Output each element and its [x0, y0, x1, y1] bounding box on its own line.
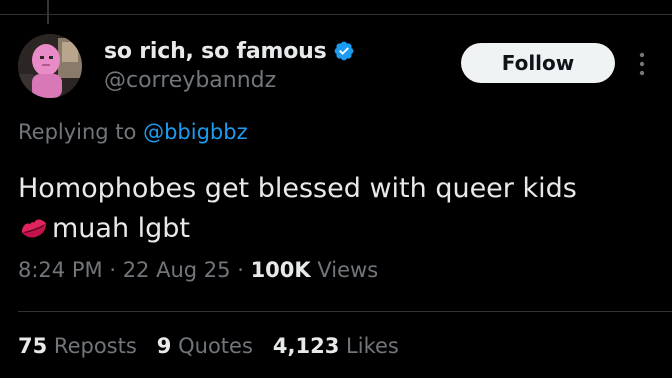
reposts-stat[interactable]: 75 Reposts — [18, 334, 137, 358]
views-count[interactable]: 100K — [251, 258, 311, 282]
tweet-text-line-2-content: muah lgbt — [52, 213, 191, 244]
tweet-text-line-1: Homophobes get blessed with queer kids — [18, 173, 577, 204]
reposts-count: 75 — [18, 334, 48, 358]
follow-button[interactable]: Follow — [461, 43, 615, 83]
quotes-stat[interactable]: 9 Quotes — [157, 334, 253, 358]
display-name-row: so rich, so famous — [104, 36, 355, 66]
top-divider — [0, 14, 672, 15]
meta-separator: · — [109, 258, 116, 282]
replying-prefix: Replying to — [18, 120, 137, 144]
thread-line — [47, 0, 49, 24]
stats-divider — [18, 311, 672, 312]
avatar[interactable] — [18, 34, 82, 98]
avatar-image — [18, 34, 82, 98]
reposts-label: Reposts — [53, 334, 137, 358]
tweet-text: Homophobes get blessed with queer kids m… — [18, 169, 658, 249]
more-options-icon[interactable] — [636, 50, 648, 78]
likes-label: Likes — [346, 334, 399, 358]
engagement-stats: 75 Reposts 9 Quotes 4,123 Likes — [18, 334, 419, 358]
kiss-lips-icon — [18, 213, 50, 239]
tweet-date[interactable]: 22 Aug 25 — [123, 258, 231, 282]
replying-to-mention-link[interactable]: @bbigbbz — [143, 120, 248, 144]
tweet-time[interactable]: 8:24 PM — [18, 258, 103, 282]
likes-count: 4,123 — [272, 334, 340, 358]
user-handle[interactable]: @correybanndz — [104, 68, 355, 93]
likes-stat[interactable]: 4,123 Likes — [273, 334, 399, 358]
quotes-label: Quotes — [178, 334, 253, 358]
replying-to: Replying to @bbigbbz — [18, 120, 248, 144]
display-name[interactable]: so rich, so famous — [104, 39, 327, 64]
views-label[interactable]: Views — [317, 258, 378, 282]
meta-separator: · — [237, 258, 244, 282]
quotes-count: 9 — [156, 334, 172, 358]
tweet-meta: 8:24 PM · 22 Aug 25 · 100K Views — [18, 258, 378, 282]
verified-badge-icon[interactable] — [333, 40, 355, 62]
user-info: so rich, so famous @correybanndz — [104, 36, 355, 93]
tweet-text-line-2: muah lgbt — [18, 209, 658, 249]
